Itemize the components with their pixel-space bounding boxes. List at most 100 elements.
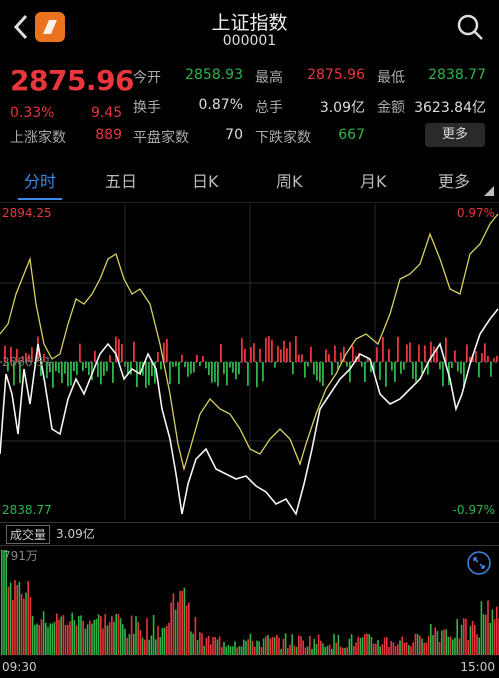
volume-bar <box>124 628 126 655</box>
volume-bar <box>91 623 93 655</box>
volume-bar <box>205 637 208 655</box>
volume-bar <box>38 624 40 655</box>
more-stats-button[interactable]: 更多 <box>425 123 485 147</box>
volume-bar <box>485 614 487 655</box>
volume-bar <box>179 591 181 655</box>
flow-bar <box>85 362 87 368</box>
volume-bar <box>276 635 278 655</box>
volume-bar <box>361 637 364 655</box>
volume-bar <box>1 550 3 655</box>
tab-monthly-k[interactable]: 月K <box>360 168 387 192</box>
volume-bar <box>34 625 36 655</box>
volume-bar <box>273 637 276 655</box>
volume-bar <box>388 646 390 655</box>
volume-bar <box>170 602 172 655</box>
volume-bar <box>168 622 170 655</box>
flow-bar <box>145 362 147 388</box>
volume-bar <box>405 642 408 655</box>
volume-bar <box>353 646 355 655</box>
volume-bar <box>192 633 194 655</box>
volume-bar <box>27 581 29 655</box>
volume-bar <box>293 645 296 655</box>
volume-bar <box>401 636 403 655</box>
tab-daily-k[interactable]: 日K <box>192 168 219 192</box>
volume-bar <box>487 600 489 655</box>
search-icon[interactable] <box>455 12 485 42</box>
fullscreen-icon[interactable] <box>466 550 492 576</box>
flow-bar <box>184 362 186 368</box>
stat-value-amount: 3623.84亿 <box>414 100 486 116</box>
volume-bar <box>251 640 254 655</box>
stat-label-advancers: 上涨家数 <box>10 130 66 146</box>
flow-bar <box>346 362 348 367</box>
volume-bar <box>342 647 344 655</box>
volume-bar <box>445 629 447 655</box>
tab-five-day[interactable]: 五日 <box>105 168 137 192</box>
flow-bar <box>331 362 333 376</box>
flow-bar <box>451 362 453 368</box>
y-axis-max-pct: 0.97% <box>456 206 495 220</box>
volume-bar <box>441 630 443 655</box>
flow-bar <box>172 362 174 367</box>
volume-bar <box>359 637 362 655</box>
volume-bar <box>447 636 450 655</box>
volume-bar <box>460 624 463 655</box>
tab-more[interactable]: 更多 <box>438 168 470 192</box>
volume-bar <box>322 643 324 655</box>
volume-bar <box>203 645 205 655</box>
intraday-chart[interactable] <box>0 204 499 520</box>
flow-bar <box>319 362 321 383</box>
volume-bar <box>271 636 274 655</box>
volume-bar <box>3 550 5 655</box>
volume-bar <box>163 627 166 655</box>
volume-bar <box>212 636 214 655</box>
volume-bar <box>454 637 456 655</box>
volume-bar <box>194 616 197 655</box>
volume-value: 3.09亿 <box>56 527 95 541</box>
volume-bar <box>298 635 300 655</box>
volume-bar <box>139 630 142 655</box>
time-start-label: 09:30 <box>2 660 37 674</box>
flow-bar <box>232 362 234 373</box>
volume-bar <box>245 640 247 655</box>
volume-bar <box>227 644 230 655</box>
volume-bar <box>113 621 115 655</box>
volume-bar <box>207 635 210 655</box>
flow-bar <box>388 348 390 362</box>
tab-weekly-k[interactable]: 周K <box>276 168 303 192</box>
volume-bar <box>403 642 406 655</box>
flow-bar <box>187 362 189 377</box>
volume-bar <box>315 644 318 655</box>
flow-bar <box>484 343 486 362</box>
flow-bar <box>274 362 276 368</box>
average-price-line <box>0 213 499 472</box>
volume-chart[interactable] <box>0 545 499 655</box>
y-axis-mid-label: 2866.51 <box>2 355 52 369</box>
flow-bar <box>415 362 417 382</box>
tab-intraday[interactable]: 分时 <box>24 168 56 192</box>
volume-bar <box>425 642 428 655</box>
volume-bar <box>141 637 144 655</box>
volume-bar <box>111 616 113 655</box>
volume-bar <box>348 638 351 655</box>
flow-bar <box>97 362 99 377</box>
volume-bar <box>196 639 199 655</box>
flow-bar <box>286 348 288 362</box>
volume-bar <box>482 614 485 655</box>
volume-bar <box>430 624 432 655</box>
volume-bar <box>416 634 419 655</box>
volume-bar <box>102 628 104 655</box>
volume-bar <box>172 593 175 655</box>
volume-bar <box>394 646 397 655</box>
stock-code: 000001 <box>222 33 277 49</box>
flow-bar <box>307 362 309 367</box>
volume-bar <box>159 637 161 655</box>
volume-bar <box>452 639 454 655</box>
flow-bar <box>112 362 114 383</box>
flow-bar <box>418 344 420 362</box>
flow-bar <box>61 362 63 384</box>
volume-bar <box>346 647 348 655</box>
volume-bar <box>269 638 271 655</box>
flow-bar <box>229 362 231 368</box>
flow-bar <box>349 362 351 383</box>
